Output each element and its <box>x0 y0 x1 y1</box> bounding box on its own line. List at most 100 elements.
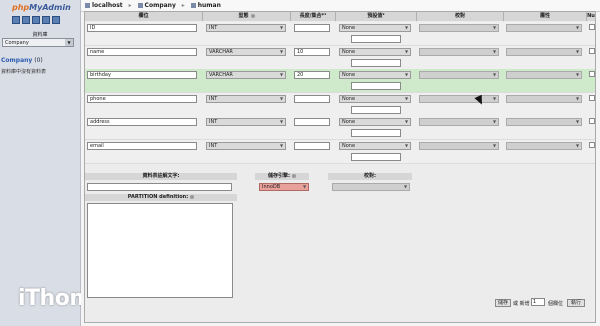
storage-engine-label: 儲存引擎: <box>255 173 309 180</box>
field-type-select[interactable]: INT ▼ <box>206 118 286 126</box>
field-type-select[interactable]: VARCHAR ▼ <box>206 47 286 56</box>
field-length-input[interactable] <box>294 118 330 126</box>
columns-label: 個欄位 <box>548 301 564 307</box>
field-default-select[interactable]: None ▼ <box>339 118 411 126</box>
table-collation-select[interactable]: ▼ <box>332 183 410 191</box>
chevron-down-icon: ▼ <box>279 72 284 77</box>
field-name-input[interactable]: ID <box>87 24 197 32</box>
logout-icon[interactable] <box>22 16 30 24</box>
chevron-down-icon: ▼ <box>403 184 408 189</box>
column-header-null: Nu <box>587 12 596 21</box>
field-attributes-select[interactable]: ▼ <box>506 71 582 79</box>
field-type-select[interactable]: VARCHAR ▼ <box>206 71 286 79</box>
phpmyadmin-logo[interactable]: phpMyAdmin <box>12 3 71 12</box>
field-attributes-select[interactable]: ▼ <box>506 47 582 56</box>
field-name-input[interactable]: address <box>87 118 197 126</box>
field-length-input[interactable]: 20 <box>294 71 330 79</box>
field-attributes-select[interactable]: ▼ <box>506 141 582 150</box>
field-default-select[interactable]: None ▼ <box>339 71 411 79</box>
sidebar: phpMyAdmin 資料庫 Company ▼ Company (0) 資料庫中… <box>0 0 107 326</box>
chevron-down-icon: ▼ <box>575 72 580 77</box>
help-icon[interactable] <box>52 16 60 24</box>
chevron-down-icon: ▼ <box>279 95 284 101</box>
breadcrumb-server[interactable]: localhost <box>85 2 123 9</box>
field-length-input[interactable] <box>294 94 330 103</box>
collation-label: 校對: <box>328 173 412 180</box>
table-comments-label: 資料表註解文字: <box>85 173 237 180</box>
field-type-select[interactable]: INT ▼ <box>206 94 286 103</box>
field-default-select[interactable]: None ▼ <box>339 24 411 32</box>
field-attributes-select[interactable]: ▼ <box>506 24 582 32</box>
field-null-checkbox[interactable] <box>589 47 595 54</box>
field-name-input[interactable]: birthday <box>87 71 197 79</box>
column-header-collation: 校對 <box>417 12 504 21</box>
field-name-input[interactable]: phone <box>87 94 197 103</box>
chevron-down-icon: ▼ <box>492 48 497 54</box>
table-icon <box>190 3 196 8</box>
field-null-checkbox[interactable] <box>589 94 595 101</box>
field-row: address INT ▼ None ▼ ▼ ▼ <box>85 116 595 140</box>
field-default-value-input[interactable] <box>351 152 401 161</box>
column-header-type: 型態 <box>203 12 291 21</box>
field-default-value-input[interactable] <box>351 82 401 90</box>
query-window-icon[interactable] <box>32 16 40 24</box>
help-icon[interactable] <box>190 194 195 199</box>
table-comments-input[interactable] <box>87 183 232 191</box>
field-attributes-select[interactable]: ▼ <box>506 118 582 126</box>
chevron-down-icon: ▼ <box>404 25 409 30</box>
field-default-value-input[interactable] <box>351 129 401 137</box>
field-row: name VARCHAR ▼ 10 None ▼ ▼ ▼ <box>85 45 595 70</box>
database-label: 資料庫 <box>32 32 48 38</box>
field-name-input[interactable]: name <box>87 47 197 56</box>
field-attributes-select[interactable]: ▼ <box>506 94 582 103</box>
field-null-checkbox[interactable] <box>589 24 595 30</box>
field-length-input[interactable]: 10 <box>294 47 330 56</box>
go-button[interactable]: 執行 <box>567 299 585 307</box>
field-default-value-input[interactable] <box>351 35 401 43</box>
chevron-down-icon: ▼ <box>575 95 580 101</box>
chevron-down-icon: ▼ <box>404 142 409 148</box>
field-null-checkbox[interactable] <box>589 141 595 148</box>
field-length-input[interactable] <box>294 141 330 150</box>
no-tables-message: 資料庫中沒有資料表 <box>1 69 47 75</box>
nav-icon-bar <box>12 16 60 24</box>
field-default-value-input[interactable] <box>351 58 401 67</box>
field-name-input[interactable]: email <box>87 141 197 150</box>
partition-definition-textarea[interactable] <box>87 203 233 298</box>
breadcrumb-table[interactable]: human <box>190 2 221 9</box>
docs-icon[interactable] <box>42 16 50 24</box>
chevron-down-icon: ▼ <box>575 25 580 30</box>
help-icon[interactable] <box>250 13 255 18</box>
help-icon[interactable] <box>292 173 296 178</box>
field-type-select[interactable]: INT ▼ <box>206 24 286 32</box>
create-table-form: 欄位 型態 長度/集合*¹ 預設值² 校對 屬性 Nu ID INT ▼ None ▼ ▼… <box>84 11 596 323</box>
field-default-select[interactable]: None ▼ <box>339 94 411 103</box>
column-header-default: 預設值² <box>336 12 417 21</box>
field-collation-select[interactable]: ▼ <box>419 94 499 103</box>
chevron-down-icon: ▼ <box>492 72 497 77</box>
field-length-input[interactable] <box>294 24 330 32</box>
field-collation-select[interactable]: ▼ <box>419 24 499 32</box>
chevron-down-icon: ▼ <box>404 95 409 101</box>
storage-engine-select[interactable]: InnoDB ▼ <box>259 183 309 191</box>
chevron-down-icon: ▼ <box>404 119 409 124</box>
field-null-checkbox[interactable] <box>589 71 595 77</box>
breadcrumb-database[interactable]: Company <box>137 2 176 9</box>
server-icon <box>85 3 90 8</box>
database-select[interactable]: Company ▼ <box>2 38 74 47</box>
field-null-checkbox[interactable] <box>589 118 595 124</box>
chevron-down-icon: ▼ <box>404 72 409 77</box>
field-collation-select[interactable]: ▼ <box>419 118 499 126</box>
field-default-select[interactable]: None ▼ <box>339 47 411 56</box>
field-default-value-input[interactable] <box>351 105 401 114</box>
field-collation-select[interactable]: ▼ <box>419 47 499 56</box>
field-collation-select[interactable]: ▼ <box>419 71 499 79</box>
field-default-select[interactable]: None ▼ <box>339 141 411 150</box>
field-type-select[interactable]: INT ▼ <box>206 141 286 150</box>
home-icon[interactable] <box>12 16 20 24</box>
field-collation-select[interactable]: ▼ <box>419 141 499 150</box>
save-button[interactable]: 儲存 <box>495 299 511 307</box>
chevron-down-icon: ▼ <box>279 142 284 148</box>
add-columns-count-input[interactable]: 1 <box>531 298 545 306</box>
database-link[interactable]: Company (0) <box>1 57 43 64</box>
